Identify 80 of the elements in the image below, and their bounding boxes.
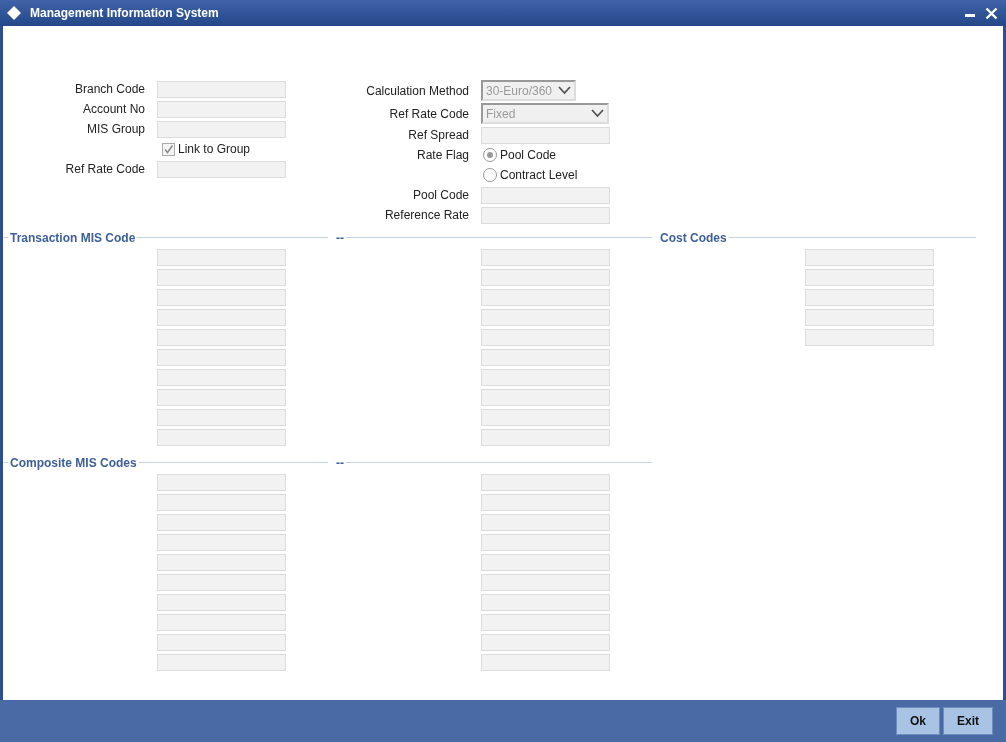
radio-label: Pool Code	[500, 148, 557, 162]
input-field[interactable]	[481, 574, 610, 591]
input-field[interactable]	[805, 289, 934, 306]
input-field[interactable]	[481, 634, 610, 651]
input-field[interactable]	[157, 514, 286, 531]
input-field[interactable]	[157, 349, 286, 366]
field-label: Rate Flag	[415, 147, 469, 164]
input-field[interactable]	[481, 126, 610, 144]
input-field[interactable]	[157, 494, 286, 511]
field-label: Reference Rate	[383, 208, 469, 222]
input-field[interactable]	[481, 289, 610, 306]
section-title: Cost Codes	[659, 230, 728, 245]
input-field[interactable]	[481, 369, 610, 386]
input-field[interactable]	[481, 494, 610, 511]
input-field[interactable]	[481, 409, 610, 426]
close-icon[interactable]	[985, 6, 998, 20]
input-field[interactable]	[481, 474, 610, 491]
input-field[interactable]	[157, 634, 286, 651]
input-field[interactable]	[157, 269, 286, 286]
field-label: Account No	[81, 102, 145, 116]
input-field[interactable]	[157, 594, 286, 611]
input-field[interactable]	[157, 654, 286, 671]
input-field[interactable]	[157, 574, 286, 591]
input-field[interactable]	[481, 329, 610, 346]
input-field[interactable]	[157, 329, 286, 346]
diamond-icon	[6, 5, 22, 21]
input-field[interactable]	[481, 186, 610, 204]
input-field[interactable]	[805, 329, 934, 346]
input-field[interactable]	[157, 409, 286, 426]
field-label: MIS Group	[85, 122, 145, 136]
input-field[interactable]	[157, 614, 286, 631]
input-field[interactable]	[805, 309, 934, 326]
input-field[interactable]	[481, 554, 610, 571]
input-field[interactable]	[157, 429, 286, 446]
section-title: --	[335, 230, 345, 245]
input-field[interactable]	[481, 534, 610, 551]
window-title: Management Information System	[30, 6, 219, 20]
input-field[interactable]	[481, 514, 610, 531]
input-field[interactable]	[481, 269, 610, 286]
field-label: Calculation Method	[365, 83, 469, 98]
field-label: Ref Spread	[407, 128, 469, 142]
section-title: --	[335, 455, 345, 470]
input-field[interactable]	[157, 474, 286, 491]
input-field[interactable]	[157, 554, 286, 571]
input-field[interactable]	[805, 249, 934, 266]
checkbox[interactable]	[162, 142, 175, 156]
input-field[interactable]	[157, 120, 286, 138]
chevron-down-icon	[591, 109, 604, 118]
field-label: Ref Rate Code	[64, 162, 145, 176]
radio-label: Contract Level	[500, 168, 578, 182]
input-field[interactable]	[481, 429, 610, 446]
input-field[interactable]	[157, 160, 286, 178]
field-label: Branch Code	[73, 82, 145, 96]
input-field[interactable]	[481, 206, 610, 224]
section-title: Composite MIS Codes	[9, 455, 138, 470]
input-field[interactable]	[805, 269, 934, 286]
input-field[interactable]	[481, 594, 610, 611]
input-field[interactable]	[481, 389, 610, 406]
input-field[interactable]	[481, 349, 610, 366]
field-label: Ref Rate Code	[388, 106, 469, 121]
checkbox-label: Link to Group	[178, 142, 251, 156]
input-field[interactable]	[157, 369, 286, 386]
field-label: Pool Code	[411, 188, 469, 202]
input-field[interactable]	[481, 249, 610, 266]
radio-button[interactable]	[483, 168, 497, 182]
input-field[interactable]	[157, 100, 286, 118]
input-field[interactable]	[157, 80, 286, 98]
radio-button[interactable]	[483, 148, 497, 162]
input-field[interactable]	[157, 249, 286, 266]
input-field[interactable]	[481, 654, 610, 671]
chevron-down-icon	[558, 86, 571, 95]
input-field[interactable]	[157, 289, 286, 306]
input-field[interactable]	[481, 614, 610, 631]
section-title: Transaction MIS Code	[9, 230, 137, 245]
input-field[interactable]	[157, 389, 286, 406]
ok-button[interactable]: Ok	[896, 707, 940, 735]
input-field[interactable]	[481, 309, 610, 326]
input-field[interactable]	[157, 309, 286, 326]
input-field[interactable]	[157, 534, 286, 551]
exit-button[interactable]: Exit	[943, 707, 993, 735]
